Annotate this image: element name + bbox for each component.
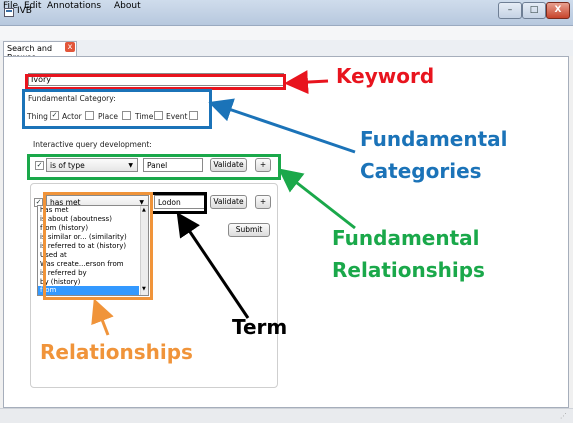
- orange-arrow: [91, 298, 114, 336]
- term-arrow: [176, 212, 250, 319]
- categories-annotation-line2: Categories: [360, 159, 482, 183]
- relationships-annotation-line1: Fundamental: [332, 226, 480, 250]
- relationships-annotation-line2: Relationships: [332, 258, 485, 282]
- categories-annotation-line1: Fundamental: [360, 127, 508, 151]
- keyword-annotation: Keyword: [336, 64, 435, 88]
- relationships-arrow: [278, 168, 356, 230]
- relationships-list-annotation: Relationships: [40, 340, 193, 364]
- keyword-arrow: [284, 70, 329, 95]
- categories-arrow: [208, 98, 356, 154]
- term-annotation: Term: [232, 315, 288, 339]
